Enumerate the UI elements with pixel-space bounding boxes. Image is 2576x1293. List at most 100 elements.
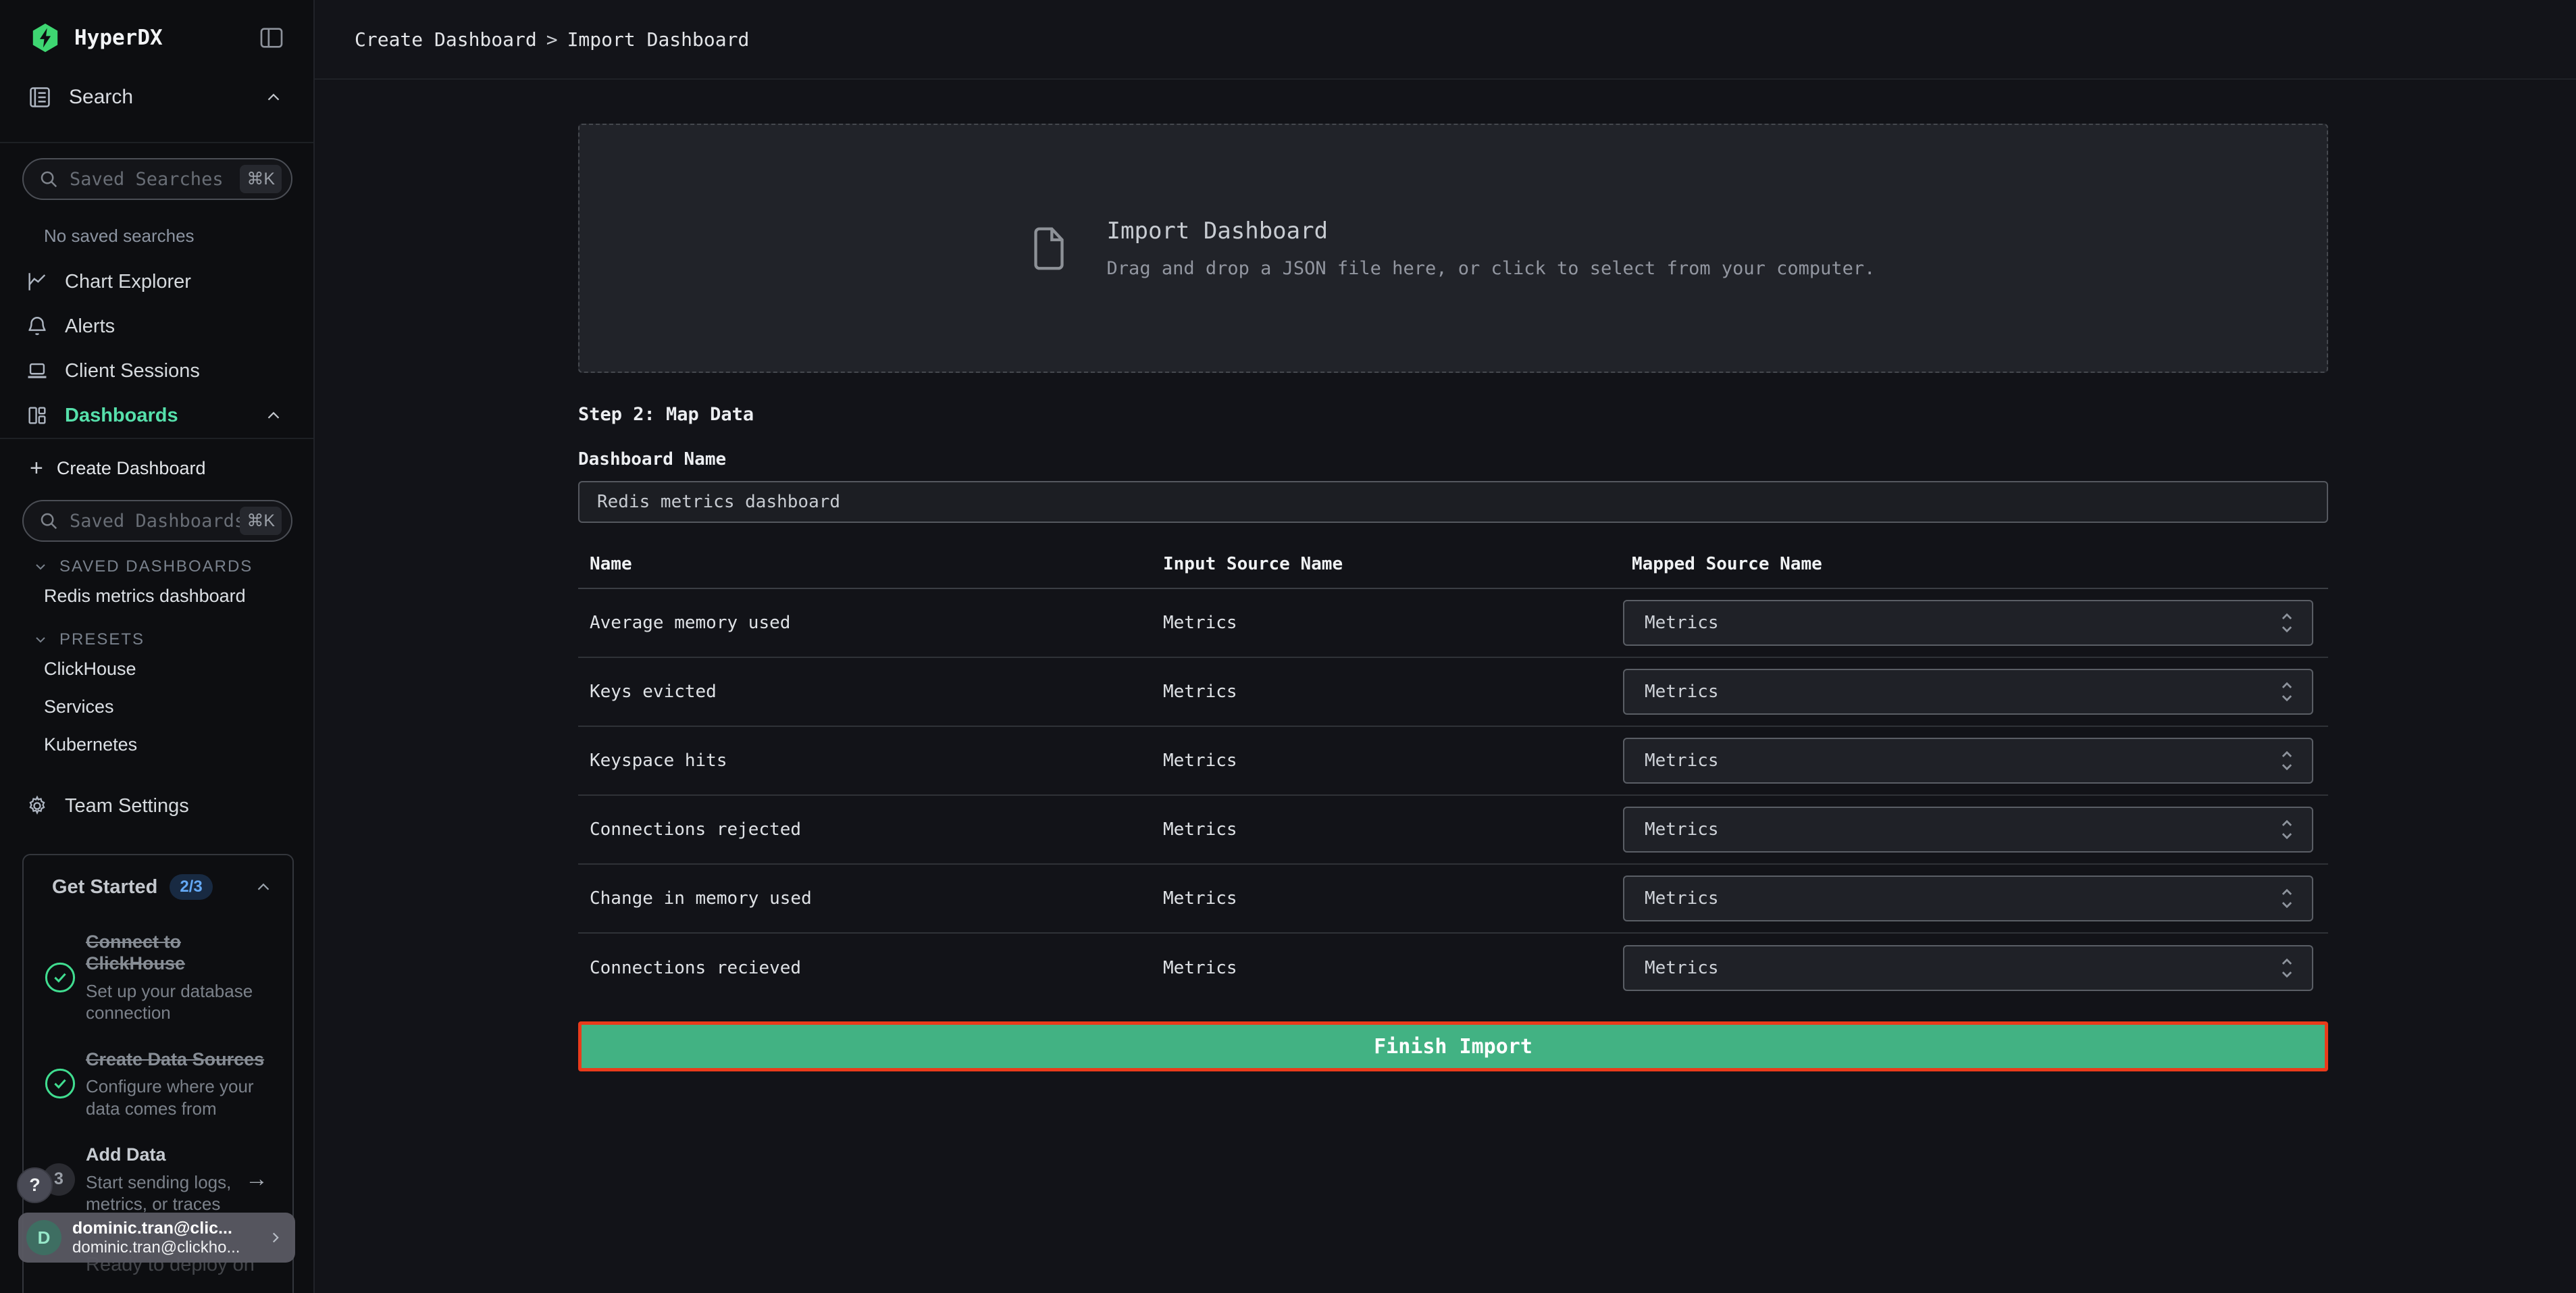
- sidebar-section-search[interactable]: Search: [0, 76, 313, 119]
- sidebar-nav: Chart Explorer Alerts Client Sessions: [0, 259, 313, 438]
- client-sessions-label: Client Sessions: [65, 360, 284, 382]
- chevron-up-icon: [263, 405, 284, 426]
- row-name: Keyspace hits: [578, 751, 1152, 771]
- get-started-item-sources[interactable]: Create Data Sources Configure where your…: [38, 1048, 278, 1119]
- sidebar-item-alerts[interactable]: Alerts: [0, 304, 313, 349]
- saved-dashboards-group-header[interactable]: SAVED DASHBOARDS: [0, 557, 313, 577]
- saved-searches-search[interactable]: ⌘K: [22, 158, 292, 200]
- column-header-input-source: Input Source Name: [1152, 554, 1620, 574]
- sidebar-item-team-settings[interactable]: Team Settings: [0, 784, 313, 828]
- dropzone-title: Import Dashboard: [1107, 218, 1876, 245]
- divider: [0, 438, 313, 439]
- search-icon: [38, 511, 59, 531]
- breadcrumb: Create Dashboard > Import Dashboard: [355, 28, 749, 51]
- mapped-source-select[interactable]: Metrics: [1623, 669, 2313, 715]
- get-started-item-connect[interactable]: Connect to ClickHouse Set up your databa…: [38, 931, 278, 1024]
- logo-row: HyperDX: [0, 0, 313, 76]
- saved-searches-input[interactable]: [70, 169, 240, 190]
- create-dashboard-label: Create Dashboard: [57, 458, 206, 479]
- divider: [0, 142, 313, 143]
- saved-dashboards-header-label: SAVED DASHBOARDS: [59, 557, 253, 576]
- sidebar-item-dashboards[interactable]: Dashboards: [0, 393, 313, 438]
- no-saved-searches-note: No saved searches: [44, 226, 313, 246]
- column-header-mapped-source: Mapped Source Name: [1620, 554, 2328, 574]
- dashboard-name-label: Dashboard Name: [578, 449, 2328, 470]
- main-area: Create Dashboard > Import Dashboard Impo…: [315, 0, 2576, 1293]
- table-row: Connections recieved Metrics Metrics: [578, 934, 2328, 1003]
- sidebar-item-chart-explorer[interactable]: Chart Explorer: [0, 259, 313, 304]
- check-circle-icon: [43, 1066, 78, 1101]
- dropzone-text: Import Dashboard Drag and drop a JSON fi…: [1107, 218, 1876, 279]
- column-header-name: Name: [578, 554, 1152, 574]
- breadcrumb-import-dashboard: Import Dashboard: [567, 28, 750, 51]
- search-section-icon: [27, 84, 53, 110]
- selected-value: Metrics: [1645, 888, 2278, 909]
- selected-value: Metrics: [1645, 751, 2278, 771]
- mapped-source-select[interactable]: Metrics: [1623, 738, 2313, 784]
- user-email: dominic.tran@clickho...: [72, 1238, 267, 1258]
- row-input-source: Metrics: [1152, 682, 1620, 702]
- finish-import-label: Finish Import: [1374, 1035, 1532, 1059]
- get-started-item-subtitle: Set up your database connection: [86, 980, 274, 1024]
- preset-item-clickhouse[interactable]: ClickHouse: [0, 650, 313, 688]
- step-title: Step 2: Map Data: [578, 404, 2328, 425]
- dashboard-name-input[interactable]: [578, 481, 2328, 523]
- select-chevrons-icon: [2278, 955, 2296, 982]
- selected-value: Metrics: [1645, 819, 2278, 840]
- row-name: Connections rejected: [578, 819, 1152, 840]
- get-started-header[interactable]: Get Started 2/3: [38, 871, 278, 907]
- alerts-label: Alerts: [65, 315, 284, 338]
- finish-import-button[interactable]: Finish Import: [578, 1021, 2328, 1071]
- kbd-shortcut: ⌘K: [240, 507, 282, 535]
- select-chevrons-icon: [2278, 747, 2296, 774]
- gear-icon: [26, 794, 49, 817]
- create-dashboard-button[interactable]: + Create Dashboard: [0, 446, 313, 490]
- get-started-item-title: Connect to ClickHouse: [86, 931, 274, 975]
- saved-dashboards-input[interactable]: [70, 511, 240, 532]
- saved-dashboards-search[interactable]: ⌘K: [22, 500, 292, 542]
- app-title: HyperDX: [74, 26, 258, 50]
- team-settings-label: Team Settings: [65, 795, 284, 817]
- mapped-source-select[interactable]: Metrics: [1623, 876, 2313, 921]
- arrow-right-icon: →: [240, 1144, 274, 1215]
- help-button[interactable]: ?: [17, 1167, 53, 1203]
- select-chevrons-icon: [2278, 609, 2296, 636]
- preset-item-kubernetes[interactable]: Kubernetes: [0, 726, 313, 763]
- dashboards-icon: [26, 404, 49, 427]
- row-input-source: Metrics: [1152, 958, 1620, 978]
- presets-group-header[interactable]: PRESETS: [0, 630, 313, 650]
- chevron-right-icon: [267, 1229, 284, 1246]
- check-circle-icon: [43, 960, 78, 995]
- alerts-bell-icon: [26, 315, 49, 338]
- row-input-source: Metrics: [1152, 613, 1620, 633]
- plus-icon: +: [30, 457, 43, 480]
- selected-value: Metrics: [1645, 958, 2278, 978]
- row-name: Connections recieved: [578, 958, 1152, 978]
- dropzone-subtitle: Drag and drop a JSON file here, or click…: [1107, 258, 1876, 279]
- table-row: Average memory used Metrics Metrics: [578, 589, 2328, 658]
- sidebar-collapse-icon[interactable]: [258, 24, 285, 51]
- user-account-chip[interactable]: D dominic.tran@clic... dominic.tran@clic…: [18, 1213, 295, 1263]
- json-file-dropzone[interactable]: Import Dashboard Drag and drop a JSON fi…: [578, 124, 2328, 373]
- row-name: Keys evicted: [578, 682, 1152, 702]
- table-row: Connections rejected Metrics Metrics: [578, 796, 2328, 865]
- breadcrumb-create-dashboard[interactable]: Create Dashboard: [355, 28, 537, 51]
- row-name: Average memory used: [578, 613, 1152, 633]
- hyperdx-logo-icon: [30, 22, 61, 53]
- sidebar-item-client-sessions[interactable]: Client Sessions: [0, 349, 313, 393]
- client-sessions-laptop-icon: [26, 359, 49, 382]
- search-section-label: Search: [69, 86, 263, 109]
- sidebar: HyperDX Search ⌘K: [0, 0, 315, 1293]
- mapped-source-select[interactable]: Metrics: [1623, 600, 2313, 646]
- mapped-source-select[interactable]: Metrics: [1623, 945, 2313, 991]
- row-input-source: Metrics: [1152, 751, 1620, 771]
- select-chevrons-icon: [2278, 678, 2296, 705]
- mapped-source-select[interactable]: Metrics: [1623, 807, 2313, 853]
- saved-dashboard-item-redis[interactable]: Redis metrics dashboard: [0, 577, 313, 615]
- preset-item-services[interactable]: Services: [0, 688, 313, 726]
- breadcrumb-separator: >: [546, 28, 558, 51]
- get-started-item-add-data[interactable]: 3 Add Data Start sending logs, metrics, …: [38, 1144, 278, 1215]
- avatar: D: [26, 1220, 61, 1255]
- get-started-progress-badge: 2/3: [170, 874, 212, 900]
- get-started-item-title: Create Data Sources: [86, 1048, 274, 1070]
